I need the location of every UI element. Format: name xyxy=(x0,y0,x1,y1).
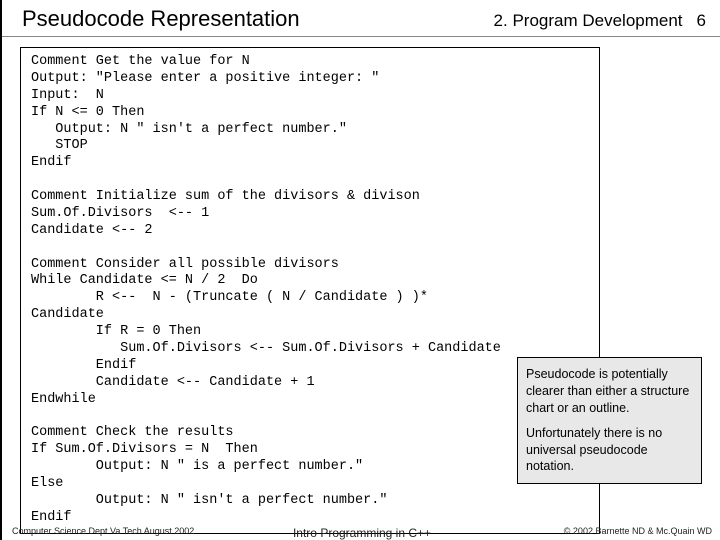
slide-content: Comment Get the value for N Output: "Ple… xyxy=(2,37,720,534)
note-box: Pseudocode is potentially clearer than e… xyxy=(517,357,702,484)
slide-header: Pseudocode Representation 2. Program Dev… xyxy=(2,0,720,37)
slide: Pseudocode Representation 2. Program Dev… xyxy=(0,0,720,540)
slide-footer: Computer Science Dept Va Tech August 200… xyxy=(2,526,720,536)
title-right: 2. Program Development xyxy=(494,11,683,31)
footer-left: Computer Science Dept Va Tech August 200… xyxy=(12,526,194,536)
footer-right: © 2002 Barnette ND & Mc.Quain WD xyxy=(564,526,712,536)
note-paragraph-2: Unfortunately there is no universal pseu… xyxy=(526,425,693,476)
footer-center: Intro Programming in C++ xyxy=(293,526,431,540)
note-paragraph-1: Pseudocode is potentially clearer than e… xyxy=(526,366,693,417)
pseudocode-box: Comment Get the value for N Output: "Ple… xyxy=(20,47,600,534)
page-number: 6 xyxy=(697,11,706,31)
title-left: Pseudocode Representation xyxy=(22,6,300,32)
